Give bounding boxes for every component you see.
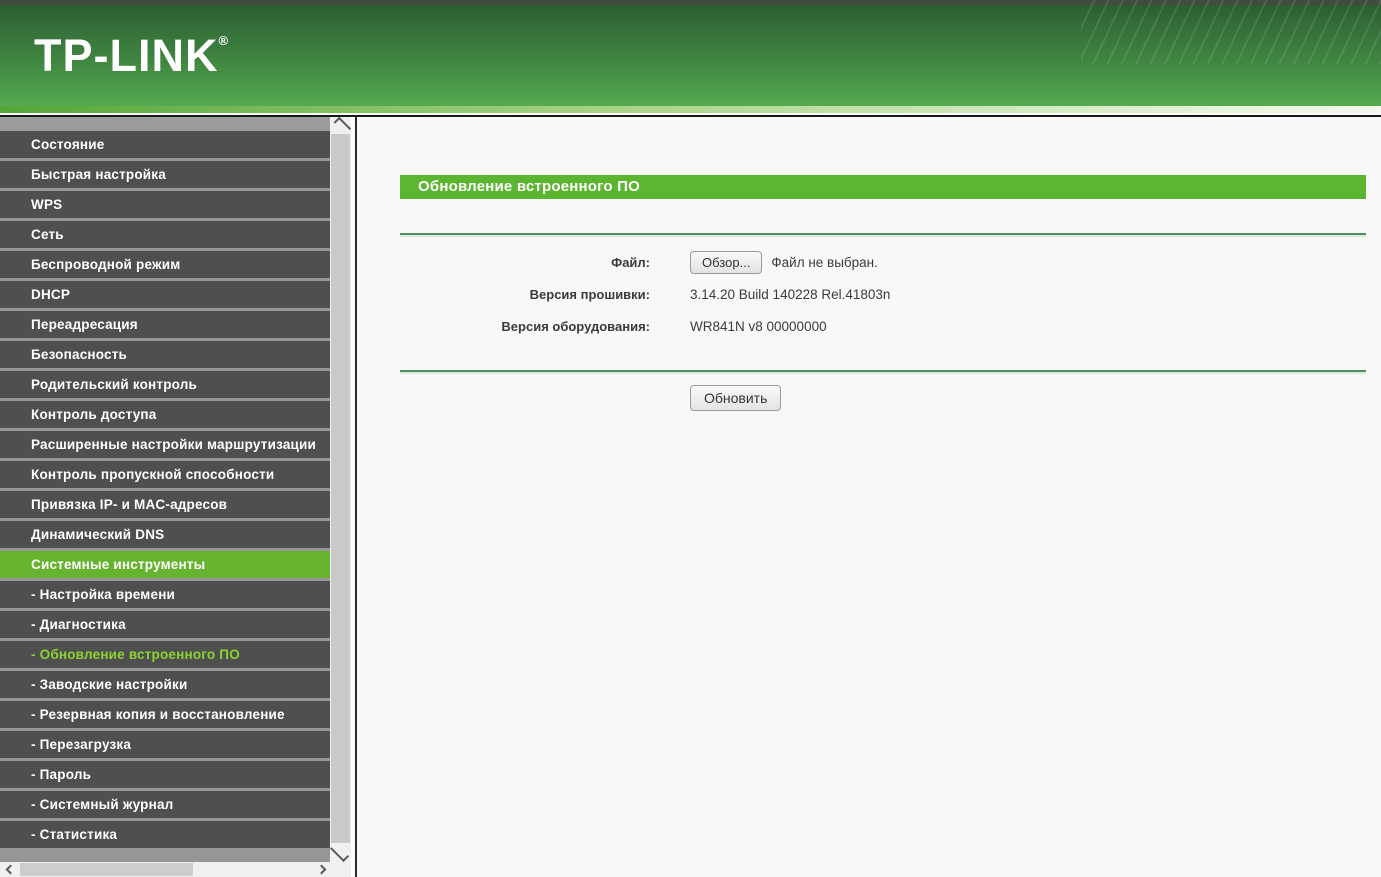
page-layout: Состояние Быстрая настройка WPS Сеть Беспров…: [0, 116, 1381, 877]
section-separator-bottom: [400, 370, 1366, 374]
page-title: Обновление встроенного ПО: [400, 175, 1366, 199]
sidebar-item-security[interactable]: Безопасность: [0, 341, 330, 368]
sidebar-item-wireless[interactable]: Беспроводной режим: [0, 251, 330, 278]
sidebar-item-dynamic-dns[interactable]: Динамический DNS: [0, 521, 330, 548]
sidebar-item-dhcp[interactable]: DHCP: [0, 281, 330, 308]
hardware-version-row: Версия оборудования: WR841N v8 00000000: [357, 310, 1381, 342]
sidebar-item-system-log[interactable]: - Системный журнал: [0, 791, 330, 818]
sidebar-item-time-settings[interactable]: - Настройка времени: [0, 581, 330, 608]
file-row: Файл: Обзор... Файл не выбран.: [357, 246, 1381, 278]
chevron-down-icon: [329, 842, 349, 863]
sidebar-item-system-tools[interactable]: Системные инструменты: [0, 551, 330, 578]
scroll-right-button[interactable]: [312, 862, 330, 877]
sidebar-item-label: - Резервная копия и восстановление: [31, 707, 285, 722]
header-accent-strip: [0, 106, 1381, 113]
sidebar-item-wps[interactable]: WPS: [0, 191, 330, 218]
scroll-down-button[interactable]: [329, 842, 351, 863]
sidebar-item-label: Родительский контроль: [31, 377, 198, 392]
sidebar-item-access-control[interactable]: Контроль доступа: [0, 401, 330, 428]
sidebar-item-diagnostic[interactable]: - Диагностика: [0, 611, 330, 638]
sidebar-menu: Состояние Быстрая настройка WPS Сеть Беспров…: [0, 131, 330, 848]
vertical-scrollbar-thumb[interactable]: [331, 134, 350, 843]
sidebar-item-statistics[interactable]: - Статистика: [0, 821, 330, 848]
chevron-right-icon: [316, 864, 326, 875]
sidebar-item-label: Быстрая настройка: [31, 167, 166, 182]
sidebar-item-ip-mac-binding[interactable]: Привязка IP- и MAC-адресов: [0, 491, 330, 518]
sidebar-item-label: Контроль доступа: [31, 407, 157, 422]
chevron-left-icon: [5, 864, 15, 875]
sidebar-item-backup-restore[interactable]: - Резервная копия и восстановление: [0, 701, 330, 728]
sidebar-item-bandwidth-control[interactable]: Контроль пропускной способности: [0, 461, 330, 488]
firmware-version-label: Версия прошивки:: [529, 286, 650, 302]
sidebar-item-label: Безопасность: [31, 347, 128, 362]
scrollbar-corner: [330, 862, 351, 877]
firmware-version-value: 3.14.20 Build 140228 Rel.41803n: [690, 286, 891, 302]
upgrade-button[interactable]: Обновить: [690, 385, 782, 411]
sidebar-item-label: DHCP: [31, 287, 71, 302]
hardware-version-value: WR841N v8 00000000: [690, 318, 827, 334]
app-header: TP-LINK®: [0, 0, 1381, 106]
sidebar-item-label: WPS: [31, 197, 63, 212]
sidebar-item-network[interactable]: Сеть: [0, 221, 330, 248]
file-status: Файл не выбран.: [771, 254, 878, 270]
firmware-version-row: Версия прошивки: 3.14.20 Build 140228 Re…: [357, 278, 1381, 310]
sidebar-item-label: Состояние: [31, 137, 105, 152]
sidebar-item-label: Переадресация: [31, 317, 138, 332]
sidebar-top-strip: [0, 117, 330, 131]
sidebar-item-reboot[interactable]: - Перезагрузка: [0, 731, 330, 758]
header-stripes-decoration: [1081, 0, 1381, 64]
sidebar-item-label: - Заводские настройки: [31, 677, 188, 692]
horizontal-scrollbar-thumb[interactable]: [20, 863, 193, 876]
sidebar-horizontal-scrollbar[interactable]: [0, 862, 330, 877]
sidebar-item-label: Системные инструменты: [31, 557, 206, 572]
sidebar-item-quick-setup[interactable]: Быстрая настройка: [0, 161, 330, 188]
sidebar-item-firmware-upgrade[interactable]: - Обновление встроенного ПО: [0, 641, 330, 668]
section-separator-top: [400, 233, 1366, 237]
scroll-left-button[interactable]: [0, 862, 20, 877]
sidebar-vertical-scrollbar[interactable]: [329, 116, 351, 863]
sidebar-item-forwarding[interactable]: Переадресация: [0, 311, 330, 338]
firmware-upgrade-form: Файл: Обзор... Файл не выбран. Версия пр…: [357, 246, 1381, 342]
sidebar-item-label: - Пароль: [31, 767, 92, 782]
sidebar-menu-column: Состояние Быстрая настройка WPS Сеть Беспров…: [0, 117, 330, 862]
scroll-up-button[interactable]: [330, 116, 351, 135]
tplink-logo: TP-LINK®: [34, 33, 228, 78]
sidebar-divider: [355, 117, 357, 877]
sidebar-item-label: Динамический DNS: [31, 527, 165, 542]
tplink-logo-text: TP-LINK: [34, 30, 219, 81]
sidebar-item-parental-control[interactable]: Родительский контроль: [0, 371, 330, 398]
main-content: Обновление встроенного ПО Файл: Обзор...…: [357, 117, 1381, 877]
sidebar-item-label: - Системный журнал: [31, 797, 174, 812]
registered-trademark-icon: ®: [218, 33, 229, 48]
sidebar: Состояние Быстрая настройка WPS Сеть Беспров…: [0, 116, 357, 877]
sidebar-item-label: Привязка IP- и MAC-адресов: [31, 497, 228, 512]
browse-button[interactable]: Обзор...: [690, 250, 763, 274]
chevron-up-icon: [333, 116, 351, 135]
sidebar-item-label: - Статистика: [31, 827, 118, 842]
sidebar-item-status[interactable]: Состояние: [0, 131, 330, 158]
sidebar-item-password[interactable]: - Пароль: [0, 761, 330, 788]
sidebar-item-label: - Диагностика: [31, 617, 126, 632]
sidebar-item-label: Контроль пропускной способности: [31, 467, 275, 482]
sidebar-item-label: - Перезагрузка: [31, 737, 132, 752]
sidebar-item-label: Сеть: [31, 227, 64, 242]
sidebar-item-label: - Обновление встроенного ПО: [31, 647, 240, 662]
hardware-version-label: Версия оборудования:: [501, 318, 650, 334]
sidebar-item-factory-defaults[interactable]: - Заводские настройки: [0, 671, 330, 698]
sidebar-item-label: - Настройка времени: [31, 587, 176, 602]
file-label: Файл:: [611, 254, 650, 270]
sidebar-item-label: Беспроводной режим: [31, 257, 181, 272]
sidebar-item-advanced-routing[interactable]: Расширенные настройки маршрутизации: [0, 431, 330, 458]
sidebar-item-label: Расширенные настройки маршрутизации: [31, 437, 317, 452]
